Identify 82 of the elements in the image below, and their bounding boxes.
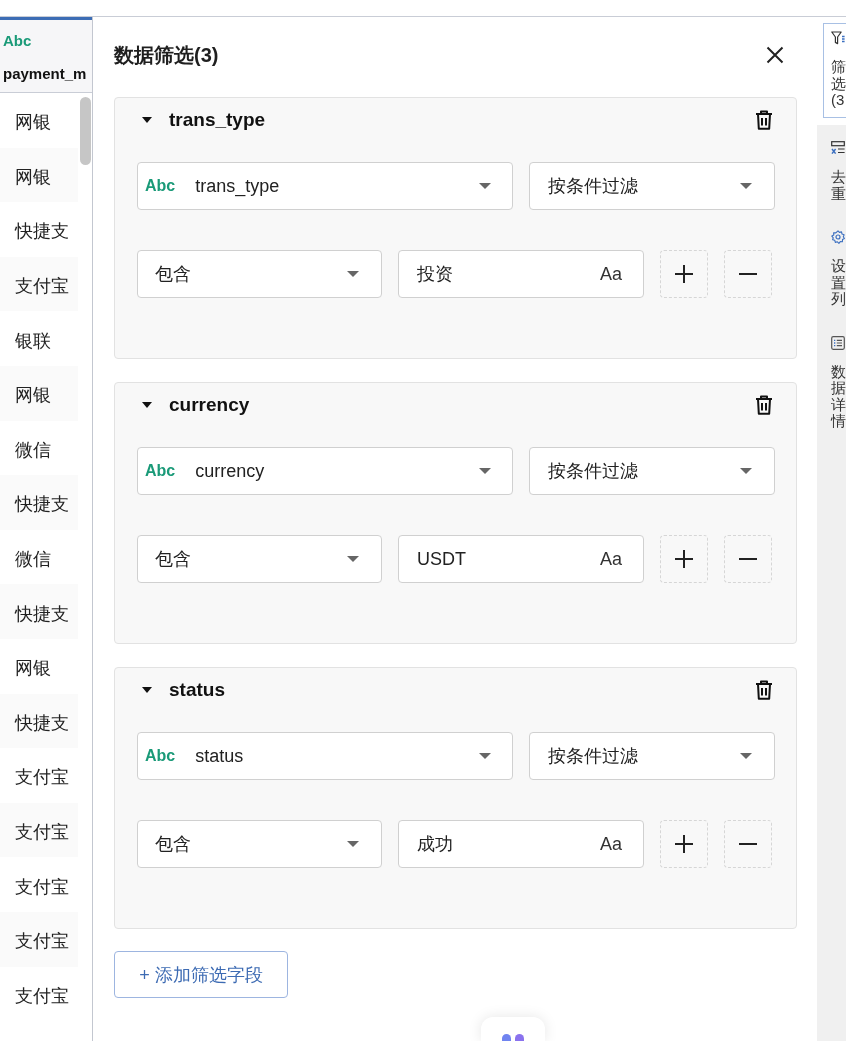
plus-icon bbox=[675, 550, 693, 568]
table-cell: 支付宝 bbox=[0, 802, 78, 858]
mode-select[interactable]: 按条件过滤 bbox=[529, 447, 775, 495]
caret-down-icon bbox=[479, 468, 491, 474]
caret-down-icon bbox=[479, 183, 491, 189]
table-cell: 快捷支 bbox=[0, 693, 78, 749]
trash-icon bbox=[755, 680, 773, 700]
add-filter-button[interactable]: + 添加筛选字段 bbox=[114, 951, 288, 998]
sidebar-item[interactable]: 设置列 bbox=[817, 229, 846, 309]
scrollbar-thumb[interactable] bbox=[80, 97, 91, 165]
filter-icon bbox=[831, 31, 845, 45]
filter-name: status bbox=[169, 679, 226, 701]
add-condition-button[interactable] bbox=[660, 535, 708, 583]
table-cell-text: 支付宝 bbox=[14, 766, 70, 790]
type-tag: Abc bbox=[145, 177, 176, 195]
trash-icon bbox=[755, 395, 773, 415]
table-cell-text: 快捷支 bbox=[13, 220, 70, 244]
caret-down-icon[interactable] bbox=[142, 117, 152, 123]
caret-down-icon bbox=[740, 753, 752, 759]
panel-title: 数据筛选(3) bbox=[114, 42, 219, 68]
column-header[interactable]: Abc payment_m bbox=[0, 17, 92, 93]
match-case-button[interactable]: Aa bbox=[599, 263, 622, 285]
table-cell: 支付宝 bbox=[0, 256, 78, 312]
value-field[interactable]: USDT Aa bbox=[398, 535, 644, 583]
sidebar-item[interactable]: 去重 bbox=[817, 140, 846, 203]
caret-down-icon bbox=[740, 183, 752, 189]
add-condition-button[interactable] bbox=[660, 250, 708, 298]
caret-down-icon bbox=[347, 271, 359, 277]
table-cell: 快捷支 bbox=[0, 475, 78, 530]
type-tag: Abc bbox=[145, 462, 176, 480]
match-case-button[interactable]: Aa bbox=[599, 833, 622, 855]
value-field[interactable]: 成功 Aa bbox=[398, 820, 644, 868]
caret-down-icon[interactable] bbox=[142, 687, 152, 693]
floating-button[interactable] bbox=[481, 1017, 545, 1041]
minus-icon bbox=[739, 558, 757, 560]
filter-name: currency bbox=[169, 394, 251, 416]
plus-icon bbox=[675, 835, 693, 853]
value-field[interactable]: 投资 Aa bbox=[398, 250, 644, 298]
type-tag: Abc bbox=[3, 32, 92, 50]
filter-name: trans_type bbox=[169, 109, 267, 131]
list-icon bbox=[831, 335, 845, 350]
field-select[interactable]: Abc trans_type bbox=[137, 162, 513, 210]
add-condition-button[interactable] bbox=[660, 820, 708, 868]
delete-button[interactable] bbox=[755, 680, 773, 700]
mode-select[interactable]: 按条件过滤 bbox=[529, 732, 775, 780]
operator-select[interactable]: 包含 bbox=[137, 250, 382, 298]
table-cell-text: 银联 bbox=[14, 329, 52, 353]
trash-icon bbox=[755, 110, 773, 130]
sidebar-item[interactable]: 数据详情 bbox=[817, 334, 846, 431]
table-cell-text: 支付宝 bbox=[14, 875, 70, 899]
table-cell-text: 微信 bbox=[14, 548, 52, 572]
column-name: payment_m bbox=[3, 64, 88, 84]
settings-icon bbox=[831, 230, 845, 244]
table-cell: 网银 bbox=[0, 147, 78, 203]
minus-icon bbox=[739, 843, 757, 845]
plus-icon bbox=[675, 265, 693, 283]
delete-button[interactable] bbox=[755, 110, 773, 130]
type-tag: Abc bbox=[145, 747, 176, 765]
table-cell: 网银 bbox=[0, 365, 78, 421]
table-cell-text: 网银 bbox=[14, 111, 52, 135]
mode-select[interactable]: 按条件过滤 bbox=[529, 162, 775, 210]
table-cell-text: 支付宝 bbox=[14, 984, 70, 1008]
delete-button[interactable] bbox=[755, 395, 773, 415]
caret-down-icon[interactable] bbox=[142, 402, 152, 408]
table-cell: 快捷支 bbox=[0, 584, 78, 639]
minus-icon bbox=[739, 273, 757, 275]
table-cell-text: 微信 bbox=[14, 438, 52, 462]
caret-down-icon bbox=[347, 556, 359, 562]
operator-select[interactable]: 包含 bbox=[137, 820, 382, 868]
caret-down-icon bbox=[740, 468, 752, 474]
caret-down-icon bbox=[347, 841, 359, 847]
field-select[interactable]: Abc status bbox=[137, 732, 513, 780]
table-cell: 支付宝 bbox=[0, 911, 78, 967]
table-cell-text: 网银 bbox=[14, 657, 52, 681]
close-icon bbox=[766, 46, 784, 64]
match-case-button[interactable]: Aa bbox=[599, 548, 622, 570]
sidebar-item[interactable]: 筛选(3 bbox=[823, 23, 846, 118]
operator-select[interactable]: 包含 bbox=[137, 535, 382, 583]
caret-down-icon bbox=[479, 753, 491, 759]
field-select[interactable]: Abc currency bbox=[137, 447, 513, 495]
list-x-icon bbox=[831, 141, 845, 155]
bars-icon bbox=[502, 1034, 524, 1041]
